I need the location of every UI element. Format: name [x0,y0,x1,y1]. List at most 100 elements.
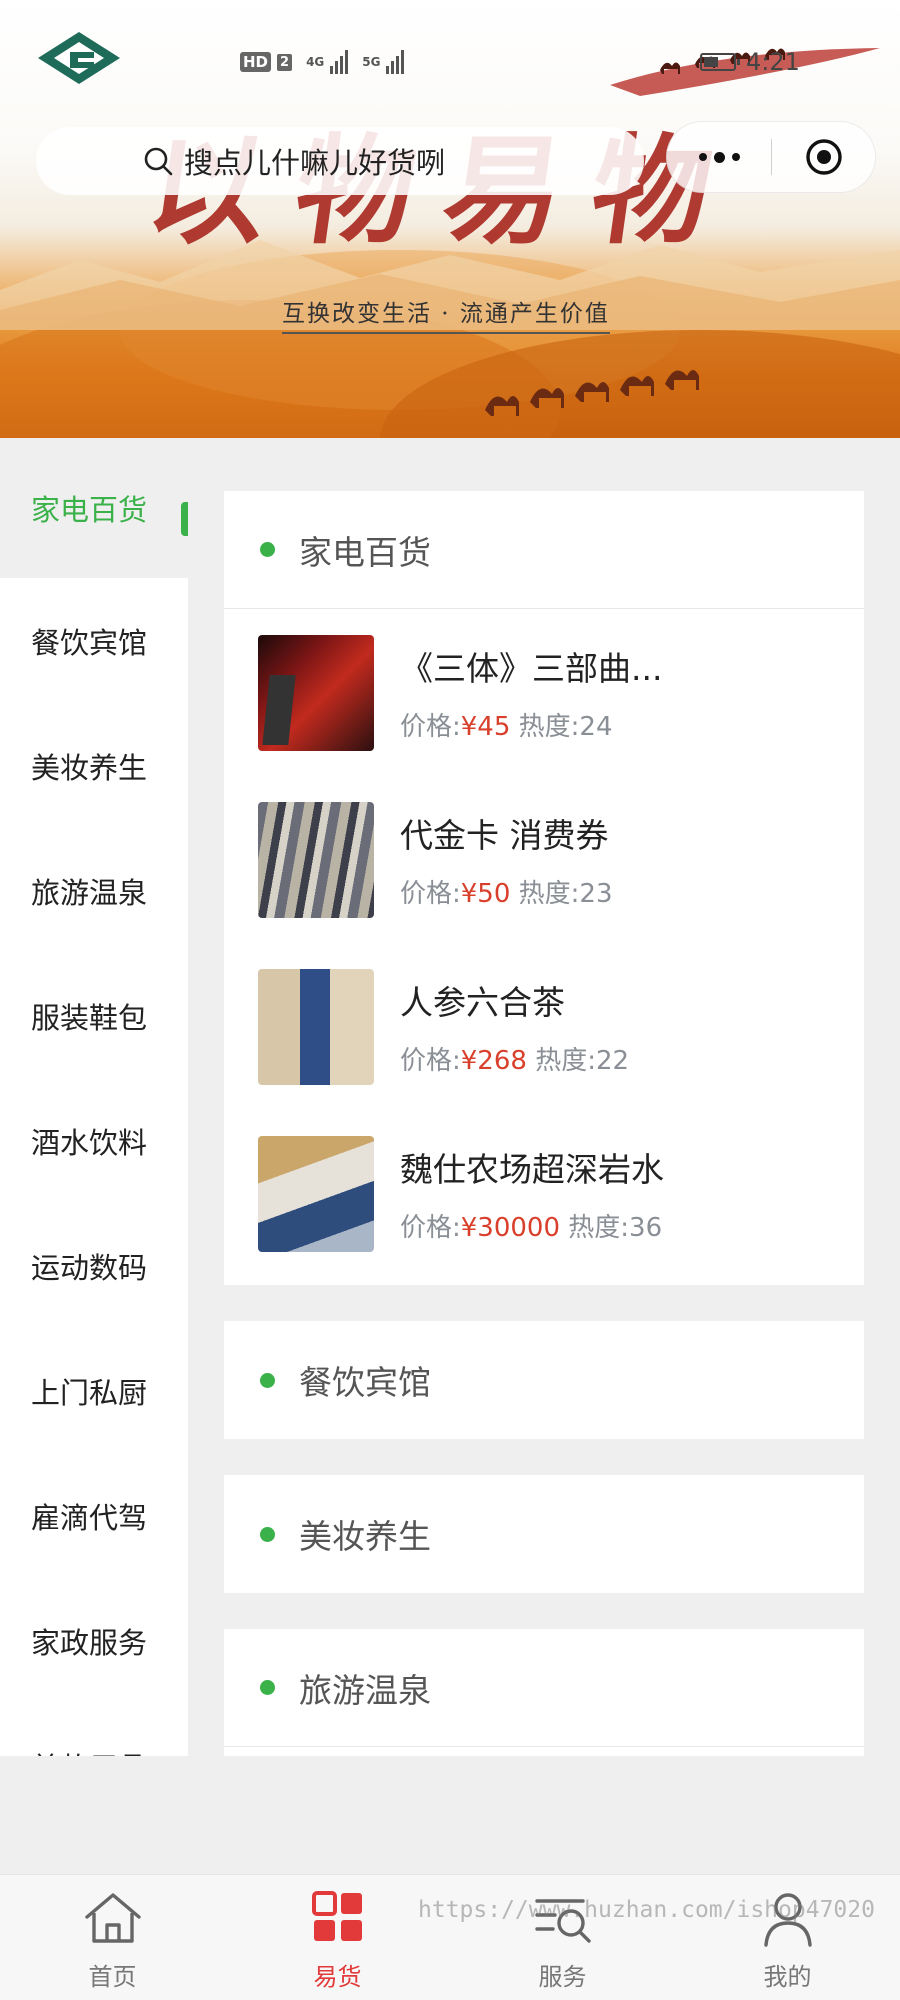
bottom-tab-bar: 首页 易货 服务 我的 [0,1874,900,2000]
grid-apps-icon [311,1891,362,1941]
product-heat: 热度:22 [535,1046,630,1076]
product-item[interactable]: 魏仕农场超深岩水 价格:¥30000 热度:36 [224,1110,864,1285]
more-options-button[interactable] [667,122,771,192]
sidebar-item-appliances[interactable]: 家电百货 [0,438,188,578]
product-thumbnail [258,801,374,918]
sidebar-item-label: 运动数码 [31,1250,148,1285]
sidebar-item-private-chef[interactable]: 上门私厨 [0,1328,188,1453]
status-bar-right: 4:21 [700,48,800,76]
category-card-dining: 餐饮宾馆 [224,1321,864,1439]
bullet-dot [260,1680,275,1695]
product-price: ¥50 [460,879,511,909]
tab-label: 服务 [538,1963,587,1991]
bullet-dot [260,542,275,557]
sidebar-item-dining[interactable]: 餐饮宾馆 [0,578,188,703]
network-type: 5G [362,55,381,69]
bullet-dot [260,1372,275,1388]
home-icon [84,1893,141,1943]
product-name: 人参六合茶 [400,983,565,1022]
product-name: 代金卡 消费券 [400,816,609,855]
category-card-appliances: 家电百货 《三体》三部曲... 价格:¥45 热度:24 代金卡 消费券 价格:… [224,491,864,1285]
product-meta: 价格:¥268 热度:22 [400,1040,864,1077]
sidebar-item-drinks[interactable]: 酒水饮料 [0,1078,188,1203]
tab-home[interactable]: 首页 [0,1875,225,2000]
category-header[interactable]: 餐饮宾馆 [224,1321,864,1439]
sidebar-item-housekeeping[interactable]: 家政服务 [0,1578,188,1703]
product-name: 魏仕农场超深岩水 [400,1150,664,1189]
category-sidebar: 家电百货 餐饮宾馆 美妆养生 旅游温泉 服装鞋包 酒水饮料 运动数码 上门私厨 … [0,438,188,1756]
category-card-beauty-health: 美妆养生 [224,1475,864,1593]
slogan: 互换改变生活 · 流通产生价值 [282,294,610,334]
product-heat: 热度:23 [518,879,613,909]
category-card-travel: 旅游温泉 [224,1629,864,1756]
product-price: ¥30000 [460,1213,561,1243]
category-title: 美妆养生 [299,1517,431,1556]
target-circle-icon [805,139,842,175]
hd-badge: HD [240,52,272,72]
search-bar[interactable]: 搜点儿什嘛儿好货咧 [36,127,644,195]
sidebar-item-clothing[interactable]: 服装鞋包 [0,953,188,1078]
bullet-dot [260,1526,275,1542]
signal-icon [330,50,349,74]
product-price: ¥268 [460,1046,527,1076]
sidebar-item-label: 美妆用品 [31,1745,147,1757]
sidebar-item-label: 旅游温泉 [31,875,148,910]
product-heat: 热度:36 [568,1213,663,1243]
sidebar-item-beauty-health[interactable]: 美妆养生 [0,703,188,828]
price-label: 价格: [400,1213,461,1243]
category-header[interactable]: 旅游温泉 [224,1629,864,1747]
product-thumbnail [258,634,374,751]
more-dot-icon [698,153,707,161]
sidebar-item-label: 家政服务 [31,1625,148,1660]
product-price: ¥45 [460,712,511,742]
battery-icon [700,53,740,71]
more-dot-icon [731,153,740,161]
card-continuation [224,1747,864,1756]
tab-barter[interactable]: 易货 [225,1875,450,2000]
sidebar-item-label: 服装鞋包 [31,1000,148,1035]
tab-label: 我的 [763,1963,812,1991]
sidebar-item-cosmetics[interactable]: 美妆用品 [0,1703,188,1757]
tab-label: 首页 [88,1963,137,1991]
tab-profile[interactable]: 我的 [675,1875,900,2000]
product-item[interactable]: 《三体》三部曲... 价格:¥45 热度:24 [224,609,864,776]
category-header[interactable]: 美妆养生 [224,1475,864,1593]
product-meta: 价格:¥30000 热度:36 [400,1207,864,1244]
category-content: 家电百货 《三体》三部曲... 价格:¥45 热度:24 代金卡 消费券 价格:… [224,491,864,1756]
category-header[interactable]: 家电百货 [224,491,864,609]
signal-icon [386,50,405,74]
sidebar-item-sports-digital[interactable]: 运动数码 [0,1203,188,1328]
product-item[interactable]: 人参六合茶 价格:¥268 热度:22 [224,943,864,1110]
hero-banner: 以物易物 互换改变生活 · 流通产生价值 HD 2 4G 5G 4:21 搜点儿… [0,0,900,438]
product-meta: 价格:¥50 热度:23 [400,873,864,910]
network-type: 4G [306,55,325,69]
close-miniprogram-button[interactable] [772,137,875,177]
product-heat: 热度:24 [518,712,613,742]
sidebar-item-label: 美妆养生 [31,750,148,785]
category-title: 旅游温泉 [299,1670,431,1710]
product-name: 《三体》三部曲... [400,649,663,688]
clock: 4:21 [746,48,800,76]
miniprogram-capsule [666,121,876,193]
camel-caravan-icon [485,370,699,416]
search-icon [144,147,173,176]
product-meta: 价格:¥45 热度:24 [400,706,864,743]
tab-service[interactable]: 服务 [450,1875,675,2000]
category-title: 家电百货 [299,532,431,572]
sidebar-item-travel[interactable]: 旅游温泉 [0,828,188,953]
status-bar-left: HD 2 4G 5G [240,50,405,74]
sim-badge: 2 [277,53,293,71]
product-item[interactable]: 代金卡 消费券 价格:¥50 热度:23 [224,776,864,943]
sidebar-item-label: 酒水饮料 [31,1125,148,1160]
search-placeholder: 搜点儿什嘛儿好货咧 [184,146,446,180]
watermark-text: https://www.huzhan.com/ishop47020 [418,1897,875,1923]
active-indicator [181,502,188,536]
sidebar-item-label: 雇滴代驾 [31,1500,148,1535]
product-thumbnail [258,1135,374,1252]
sidebar-item-label: 家电百货 [31,493,148,527]
sidebar-item-driver[interactable]: 雇滴代驾 [0,1453,188,1578]
tab-label: 易货 [313,1963,362,1991]
app-logo-icon [38,32,120,84]
sidebar-item-label: 餐饮宾馆 [31,625,148,660]
product-thumbnail [258,968,374,1085]
